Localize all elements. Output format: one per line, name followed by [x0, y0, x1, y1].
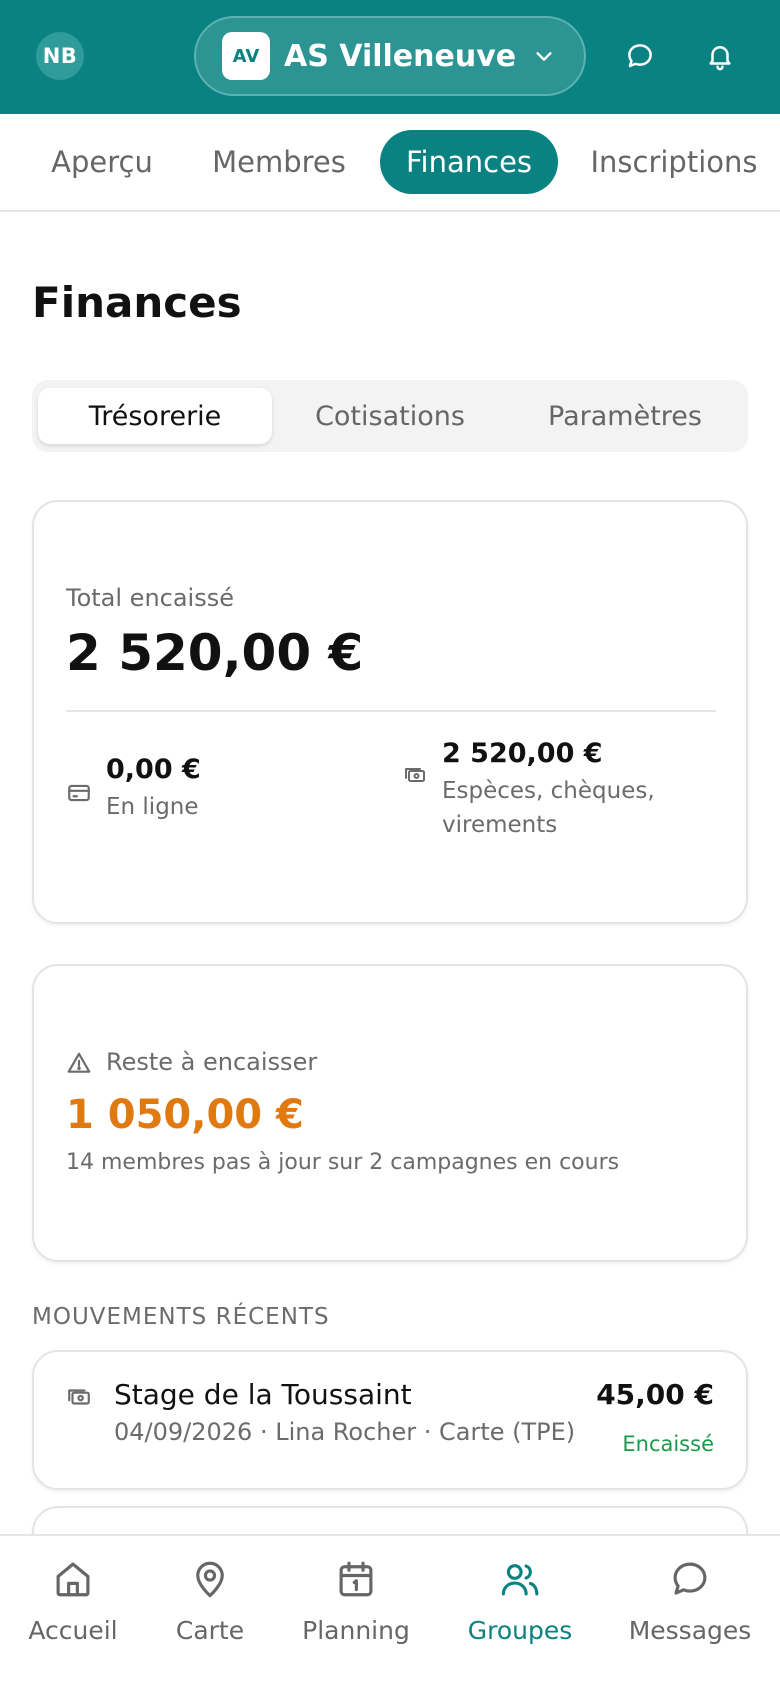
movement-meta: 04/09/2026 · Lina Rocher · Carte (TPE) [114, 1418, 576, 1446]
tab-membres[interactable]: Membres [198, 130, 360, 194]
warning-icon [66, 1050, 92, 1076]
map-pin-icon [187, 1556, 233, 1602]
segment-parametres[interactable]: Paramètres [508, 388, 742, 444]
bottom-navigation: Accueil Carte Planning Groupes Messages [0, 1534, 780, 1688]
tab-finances[interactable]: Finances [380, 130, 558, 194]
movement-title: Stage de la Toussaint [114, 1378, 412, 1411]
nav-label: Planning [302, 1616, 410, 1645]
nav-label: Accueil [28, 1616, 118, 1645]
movement-row[interactable]: Stage de la Toussaint 04/09/2026 · Lina … [32, 1350, 748, 1490]
page-title: Finances [32, 278, 242, 327]
divider [66, 710, 716, 712]
nav-planning[interactable]: Planning [281, 1556, 431, 1645]
nav-label: Groupes [467, 1616, 573, 1645]
chat-icon [667, 1556, 713, 1602]
recent-movements-title: MOUVEMENTS RÉCENTS [32, 1304, 330, 1330]
online-amount: 0,00 € [106, 754, 201, 785]
total-label: Total encaissé [66, 584, 234, 612]
club-badge: AV [222, 32, 270, 80]
nav-groupes[interactable]: Groupes [445, 1556, 595, 1645]
movement-status: Encaissé [622, 1432, 714, 1456]
club-switcher[interactable]: AV AS Villeneuve [194, 16, 586, 96]
nav-accueil[interactable]: Accueil [0, 1556, 148, 1645]
nav-label: Carte [175, 1616, 245, 1645]
tab-inscriptions[interactable]: Inscriptions [582, 130, 766, 194]
cash-icon [402, 762, 428, 788]
club-name: AS Villeneuve [284, 38, 517, 74]
cash-icon [66, 1384, 92, 1410]
nav-carte[interactable]: Carte [135, 1556, 285, 1645]
bell-icon[interactable] [702, 38, 738, 74]
tab-apercu[interactable]: Aperçu [30, 130, 174, 194]
offline-amount: 2 520,00 € [442, 738, 603, 769]
remaining-label: Reste à encaisser [106, 1048, 318, 1076]
remaining-card: Reste à encaisser 1 050,00 € 14 membres … [32, 964, 748, 1262]
calendar-icon [333, 1556, 379, 1602]
user-avatar[interactable]: NB [36, 32, 84, 80]
nav-messages[interactable]: Messages [615, 1556, 765, 1645]
online-label: En ligne [106, 794, 199, 820]
section-tabs: Aperçu Membres Finances Inscriptions [0, 114, 780, 212]
offline-label: Espèces, chèques, virements [442, 778, 655, 838]
total-amount: 2 520,00 € [66, 624, 364, 682]
movement-amount: 45,00 € [596, 1378, 714, 1411]
total-collected-card: Total encaissé 2 520,00 € 0,00 € En lign… [32, 500, 748, 924]
remaining-amount: 1 050,00 € [66, 1092, 304, 1138]
home-icon [50, 1556, 96, 1602]
segment-cotisations[interactable]: Cotisations [273, 388, 507, 444]
credit-card-icon [66, 780, 92, 806]
remaining-detail: 14 membres pas à jour sur 2 campagnes en… [66, 1150, 620, 1175]
segment-tresorerie[interactable]: Trésorerie [38, 388, 272, 444]
chat-icon[interactable] [622, 38, 658, 74]
users-icon [497, 1556, 543, 1602]
app-header: NB AV AS Villeneuve [0, 0, 780, 114]
nav-label: Messages [628, 1616, 752, 1645]
finance-segmented-control: Trésorerie Cotisations Paramètres [32, 380, 748, 452]
chevron-down-icon [532, 44, 556, 68]
